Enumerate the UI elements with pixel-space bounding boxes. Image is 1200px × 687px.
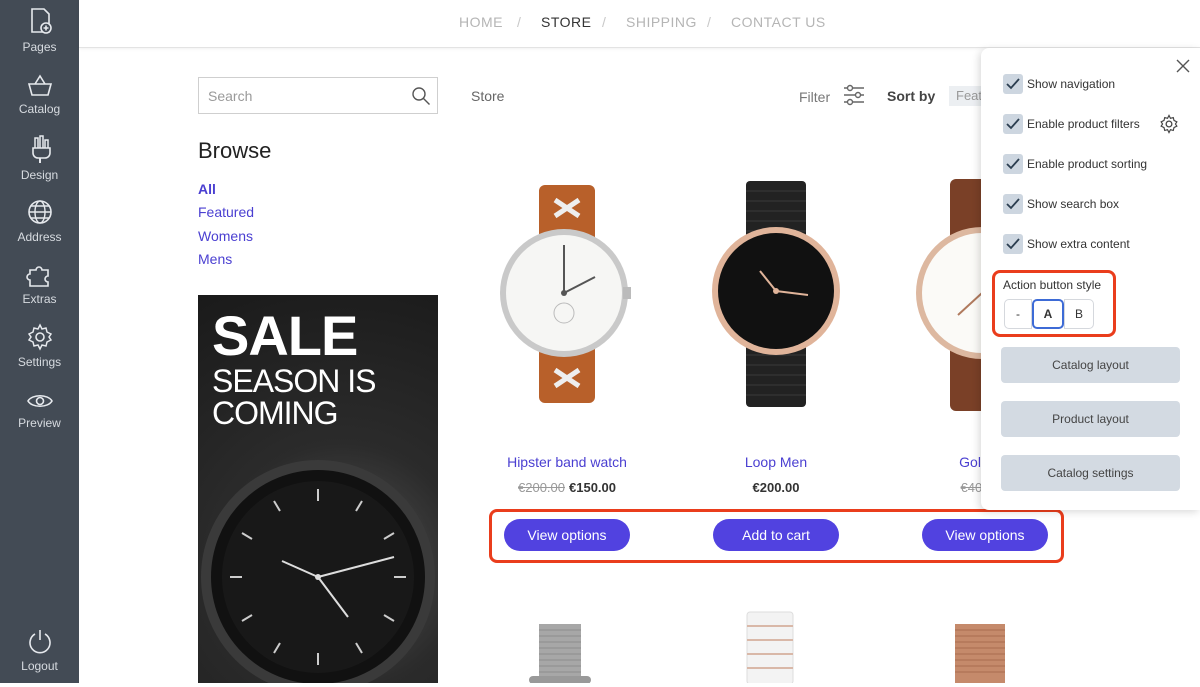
nav-contact-us[interactable]: CONTACT US [731,14,826,30]
sidebar-item-label: Pages [22,40,57,54]
watch-image [500,185,631,403]
sidebar-item-pages[interactable]: Pages [0,6,79,66]
brush-icon [31,135,51,163]
checkmark-icon [1006,198,1020,210]
banner-watch-image [201,460,435,683]
top-navigation: HOME / STORE / SHIPPING / CONTACT US [79,0,1200,48]
search-box [198,77,438,114]
product-name[interactable]: Loop Men [676,454,876,470]
sidebar-item-preview[interactable]: Preview [0,390,79,450]
filter-sliders-icon[interactable] [842,83,866,107]
product-current-price: €150.00 [569,480,616,495]
product-old-price: €200.00 [518,480,565,495]
option-label: Show extra content [1027,237,1130,251]
pages-icon [30,8,52,34]
checkmark-icon [1006,78,1020,90]
logout-button[interactable]: Logout [0,627,79,687]
globe-icon [27,200,52,224]
checkbox[interactable] [1003,154,1023,174]
sidebar-item-design[interactable]: Design [0,134,79,194]
sidebar-item-label: Settings [17,355,62,369]
sidebar-item-label: Catalog [18,102,61,116]
browse-title: Browse [198,138,272,163]
nav-home[interactable]: HOME [459,14,503,30]
store-breadcrumb[interactable]: Store [471,88,504,104]
sidebar-item-address[interactable]: Address [0,198,79,258]
checkbox[interactable] [1003,234,1023,254]
checkbox[interactable] [1003,74,1023,94]
gear-icon [27,323,52,351]
product-price: €200.00 [676,480,876,495]
product-image-loop-men[interactable] [676,175,876,415]
option-label: Show navigation [1027,77,1116,91]
power-icon [28,630,51,654]
sidebar-item-catalog[interactable]: Catalog [0,72,79,132]
sort-by-label: Sort by [887,88,936,104]
sidebar-item-extras[interactable]: Extras [0,260,79,320]
nav-separator: / [517,14,521,30]
category-all[interactable]: All [198,181,216,197]
product-layout-button[interactable]: Product layout [1001,401,1180,437]
basket-icon [27,74,52,96]
sidebar-item-settings[interactable]: Settings [0,323,79,383]
category-featured[interactable]: Featured [198,204,254,220]
product-current-price: €200.00 [752,480,800,495]
product-price: €200.00 €150.00 [467,480,667,495]
product-image-hipster-band-watch[interactable] [467,175,667,415]
product-card[interactable]: Hipster band watch €200.00 €150.00 [467,175,667,495]
product-image-rose-mesh[interactable] [945,610,1015,683]
nav-store[interactable]: STORE [541,14,591,30]
product-image-white-band[interactable] [735,610,805,683]
option-label: Enable product filters [1027,117,1140,131]
product-image-mesh-silver[interactable] [525,610,595,683]
checkmark-icon [1006,118,1020,130]
eye-icon [26,394,53,408]
catalog-layout-button[interactable]: Catalog layout [1001,347,1180,383]
store-settings-panel: Show navigation Enable product filters E… [981,48,1200,510]
product-card[interactable]: Loop Men €200.00 [676,175,876,495]
close-icon[interactable] [1175,58,1191,74]
sidebar-item-label: Preview [18,416,61,430]
sidebar-item-label: Extras [22,292,57,306]
nav-shipping[interactable]: SHIPPING [626,14,697,30]
watch-image [712,181,840,407]
action-buttons-highlight [489,509,1064,563]
sale-banner[interactable]: SALE SEASON IS COMING [198,295,438,683]
checkbox[interactable] [1003,114,1023,134]
search-input[interactable] [199,78,399,113]
option-label: Enable product sorting [1027,157,1148,171]
checkmark-icon [1006,238,1020,250]
filter-label[interactable]: Filter [799,89,830,105]
gear-icon[interactable] [1159,114,1179,134]
checkbox[interactable] [1003,194,1023,214]
puzzle-icon [25,266,49,287]
sidebar-item-label: Address [17,230,62,244]
product-name[interactable]: Hipster band watch [467,454,667,470]
nav-separator: / [707,14,711,30]
checkmark-icon [1006,158,1020,170]
sidebar: Pages Catalog Design Address Extras Sett… [0,0,79,683]
category-womens[interactable]: Womens [198,228,253,244]
category-mens[interactable]: Mens [198,251,232,267]
catalog-settings-button[interactable]: Catalog settings [1001,455,1180,491]
option-label: Show search box [1027,197,1120,211]
sidebar-item-label: Design [20,168,59,182]
nav-separator: / [602,14,606,30]
action-button-style-highlight [992,270,1116,337]
logout-label: Logout [21,659,58,673]
search-icon[interactable] [411,86,431,106]
